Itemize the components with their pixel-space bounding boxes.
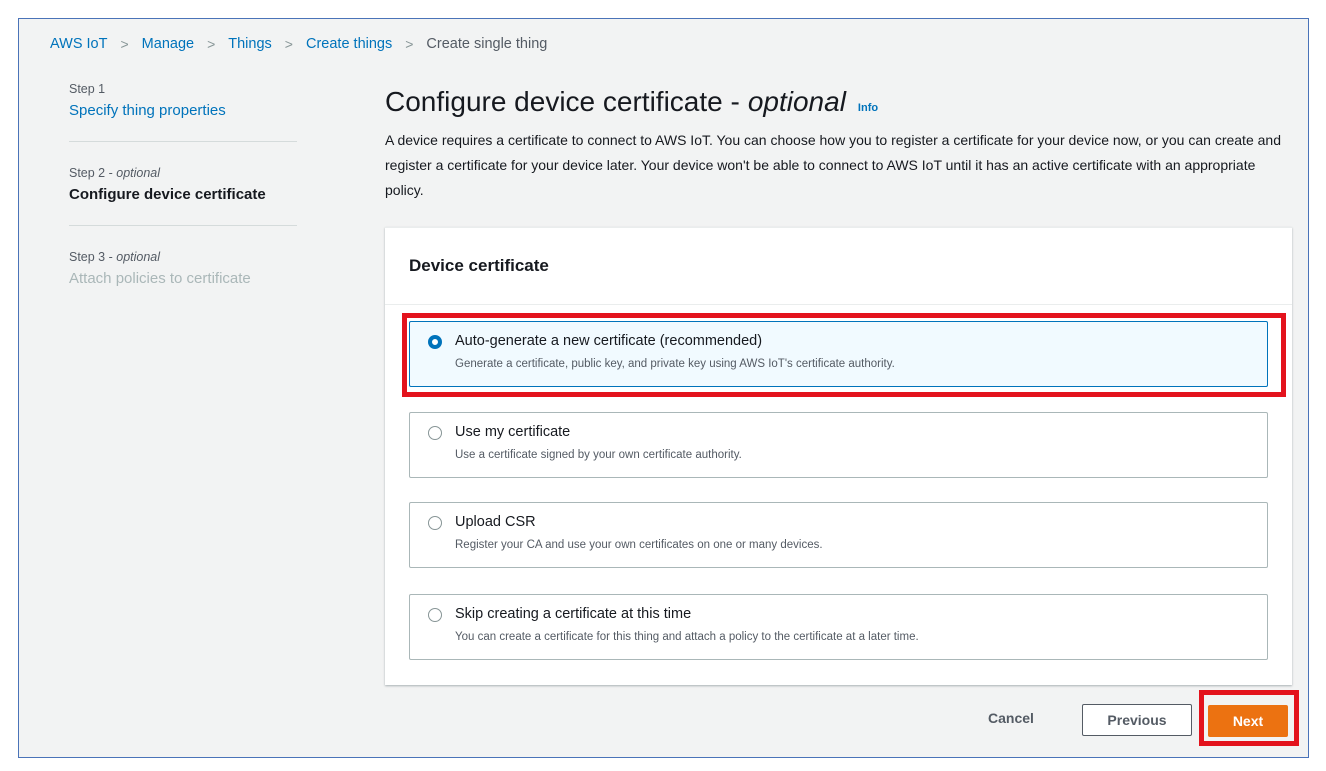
step-1-link[interactable]: Specify thing properties bbox=[69, 102, 297, 119]
step-divider bbox=[69, 225, 297, 226]
step-divider bbox=[69, 141, 297, 142]
option-auto-generate-label: Auto-generate a new certificate (recomme… bbox=[455, 333, 763, 349]
page-title-text: Configure device certificate - bbox=[385, 86, 740, 117]
cancel-button[interactable]: Cancel bbox=[988, 710, 1034, 726]
step-2-title: Configure device certificate bbox=[69, 186, 266, 203]
option-upload-csr-label: Upload CSR bbox=[455, 514, 536, 530]
chevron-right-icon: > bbox=[284, 36, 293, 52]
breadcrumb-current: Create single thing bbox=[426, 36, 548, 52]
option-skip-certificate-description: You can create a certificate for this th… bbox=[455, 631, 919, 643]
chevron-right-icon: > bbox=[405, 36, 414, 52]
info-link[interactable]: Info bbox=[858, 102, 878, 114]
option-skip-certificate-label: Skip creating a certificate at this time bbox=[455, 606, 692, 622]
step-2-optional: optional bbox=[116, 166, 161, 180]
step-1: Step 1 Specify thing properties bbox=[69, 82, 297, 119]
option-use-my-certificate-description: Use a certificate signed by your own cer… bbox=[455, 449, 742, 461]
breadcrumb-things[interactable]: Things bbox=[228, 36, 272, 52]
option-skip-certificate[interactable]: Skip creating a certificate at this time… bbox=[409, 594, 1268, 660]
step-3-number: Step 3 - optional bbox=[69, 250, 161, 264]
panel-title: Device certificate bbox=[409, 256, 549, 275]
device-certificate-panel: Device certificate Auto-generate a new c… bbox=[385, 227, 1292, 685]
page-description: A device requires a certificate to conne… bbox=[385, 132, 1281, 198]
option-auto-generate[interactable]: Auto-generate a new certificate (recomme… bbox=[409, 321, 1268, 387]
breadcrumb-manage[interactable]: Manage bbox=[142, 36, 194, 52]
step-2-number-text: Step 2 bbox=[69, 166, 106, 180]
option-upload-csr[interactable]: Upload CSR Register your CA and use your… bbox=[409, 502, 1268, 568]
radio-upload-csr[interactable] bbox=[428, 516, 442, 530]
page-title: Configure device certificate - optional … bbox=[385, 86, 878, 118]
radio-use-my-certificate[interactable] bbox=[428, 426, 442, 440]
step-2-number: Step 2 - optional bbox=[69, 166, 161, 180]
step-3: Step 3 - optional Attach policies to cer… bbox=[69, 250, 297, 287]
chevron-right-icon: > bbox=[207, 36, 216, 52]
previous-button[interactable]: Previous bbox=[1082, 704, 1192, 736]
breadcrumb-aws-iot[interactable]: AWS IoT bbox=[50, 36, 107, 52]
step-3-optional: optional bbox=[116, 250, 161, 264]
radio-auto-generate[interactable] bbox=[428, 335, 442, 349]
step-2: Step 2 - optional Configure device certi… bbox=[69, 166, 297, 203]
breadcrumb-create-things[interactable]: Create things bbox=[306, 36, 392, 52]
step-1-number: Step 1 bbox=[69, 82, 106, 96]
option-use-my-certificate[interactable]: Use my certificate Use a certificate sig… bbox=[409, 412, 1268, 478]
breadcrumb: AWS IoT > Manage > Things > Create thing… bbox=[50, 36, 547, 52]
option-auto-generate-description: Generate a certificate, public key, and … bbox=[455, 358, 895, 370]
wizard-steps: Step 1 Specify thing properties Step 2 -… bbox=[69, 82, 297, 287]
page-title-optional: optional bbox=[747, 86, 846, 117]
panel-divider bbox=[385, 304, 1292, 305]
step-3-title: Attach policies to certificate bbox=[69, 270, 251, 287]
next-button[interactable]: Next bbox=[1208, 705, 1288, 737]
step-3-number-text: Step 3 bbox=[69, 250, 106, 264]
radio-skip-certificate[interactable] bbox=[428, 608, 442, 622]
chevron-right-icon: > bbox=[120, 36, 129, 52]
option-use-my-certificate-label: Use my certificate bbox=[455, 424, 571, 440]
option-upload-csr-description: Register your CA and use your own certif… bbox=[455, 539, 823, 551]
